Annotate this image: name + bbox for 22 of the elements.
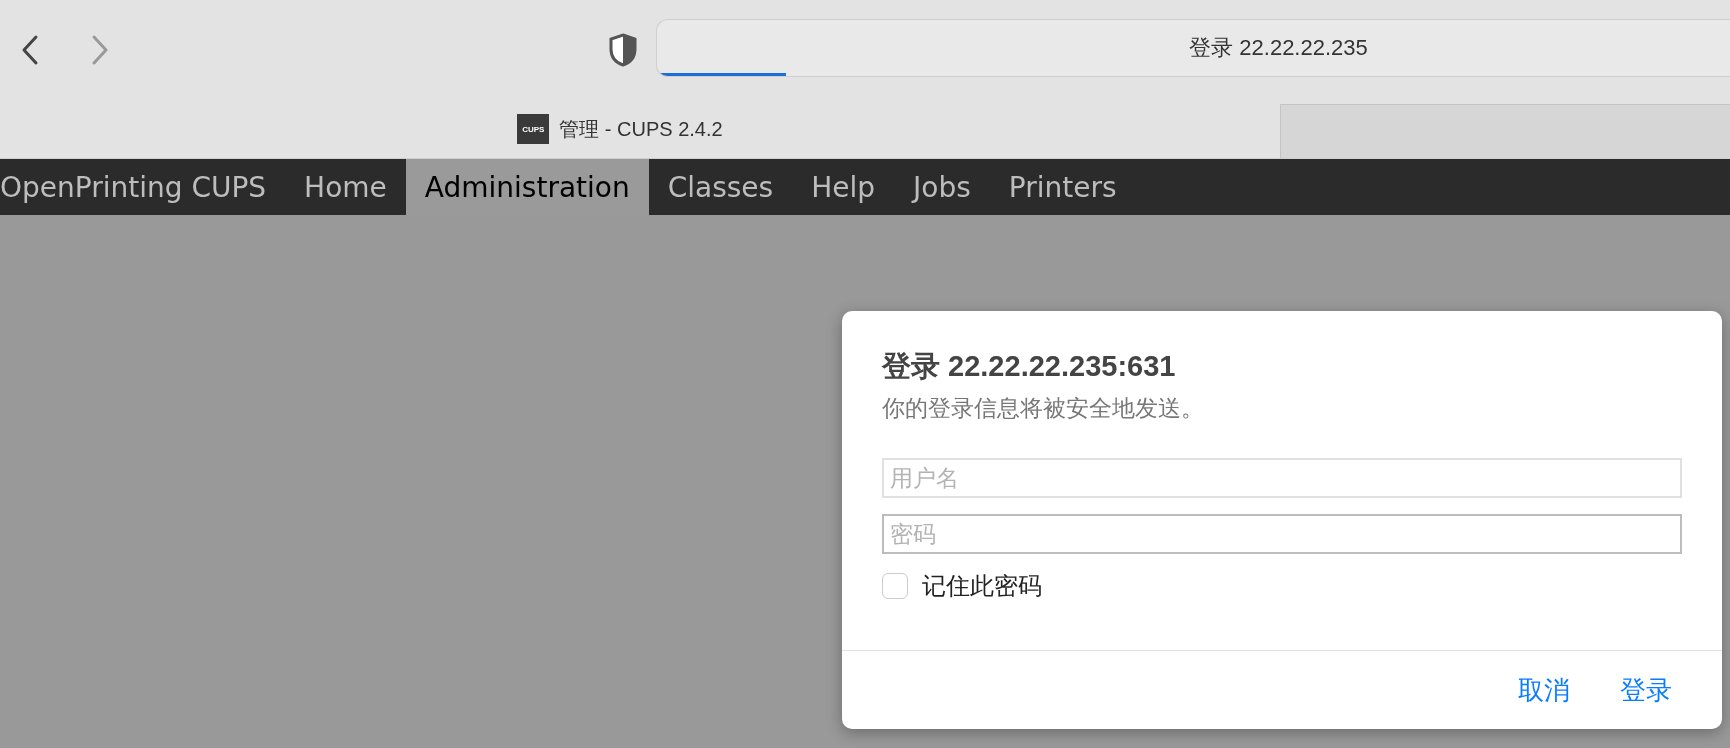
input-field[interactable]: 密码 [882,514,1682,554]
forward-icon[interactable] [90,34,110,66]
nav-link[interactable]: Printers [989,159,1136,215]
checkbox-label[interactable]: 记住此密码 [922,570,1042,602]
dialog-button[interactable]: 登录 [1610,666,1682,714]
checkbox[interactable] [882,573,908,599]
back-icon[interactable] [20,34,40,66]
empty-tab[interactable] [1280,104,1730,158]
nav-link[interactable]: Classes [648,159,793,215]
nav-link[interactable]: Administration [405,159,649,215]
dialog-title: 登录 22.22.22.235:631 [882,349,1177,384]
dialog-subtitle: 你的登录信息将被安全地发送。 [882,394,1205,423]
favicon-icon: CUPS [517,114,550,144]
nav-link[interactable]: Help [792,159,894,215]
tab-title: 管理 - CUPS 2.4.2 [559,116,723,142]
input-field[interactable]: 用户名 [882,458,1682,498]
nav-link[interactable]: Jobs [894,159,990,215]
nav-link[interactable]: OpenPrinting CUPS [0,159,286,215]
dialog-button[interactable]: 取消 [1508,666,1580,714]
shield-icon[interactable] [608,33,638,67]
address-bar[interactable]: 登录 22.22.22.235 [656,19,1730,77]
nav-link[interactable]: Home [285,159,406,215]
